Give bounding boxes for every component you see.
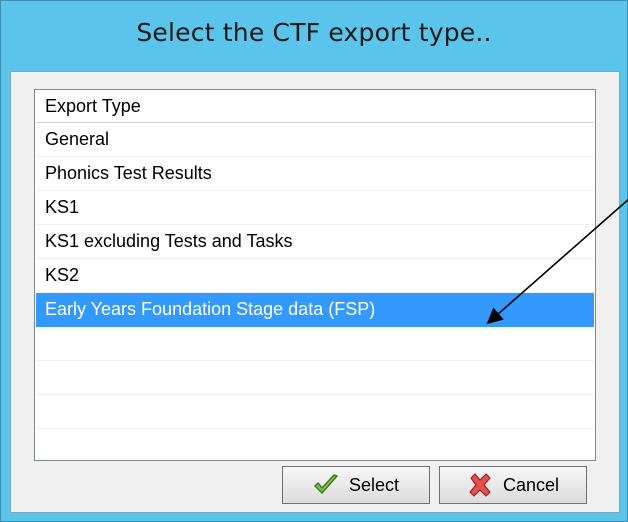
list-item-label: KS1 excluding Tests and Tasks: [45, 231, 293, 251]
checkmark-icon: [313, 472, 339, 498]
column-header-export-type[interactable]: Export Type: [36, 91, 594, 123]
list-item-ks1[interactable]: KS1: [36, 191, 594, 225]
list-item-ks2[interactable]: KS2: [36, 259, 594, 293]
select-button-label: Select: [348, 474, 400, 495]
empty-row: [36, 429, 594, 460]
red-x-icon: [467, 472, 493, 498]
empty-row: [36, 395, 594, 429]
select-button[interactable]: Select: [282, 466, 430, 504]
title-bar[interactable]: Select the CTF export type..: [1, 1, 627, 71]
list-item-phonics-test-results[interactable]: Phonics Test Results: [36, 157, 594, 191]
cancel-button[interactable]: Cancel: [439, 466, 587, 504]
list-item-label: General: [45, 129, 110, 149]
list-item-label: Phonics Test Results: [45, 163, 212, 183]
export-type-list[interactable]: Export Type General Phonics Test Results…: [34, 89, 596, 461]
dialog-title: Select the CTF export type..: [136, 17, 492, 47]
list-item-label: Early Years Foundation Stage data (FSP): [45, 299, 376, 319]
empty-row: [36, 361, 594, 395]
empty-row: [36, 327, 594, 361]
list-item-ks1-excluding-tests[interactable]: KS1 excluding Tests and Tasks: [36, 225, 594, 259]
list-item-label: KS2: [45, 265, 80, 285]
dialog-body: Export Type General Phonics Test Results…: [10, 71, 620, 513]
list-item-general[interactable]: General: [36, 123, 594, 157]
list-item-label: KS1: [45, 197, 80, 217]
cancel-button-label: Cancel: [502, 474, 560, 495]
list-item-early-years-fsp[interactable]: Early Years Foundation Stage data (FSP): [36, 293, 594, 327]
export-type-dialog: Select the CTF export type.. Export Type…: [0, 0, 628, 522]
column-header-label: Export Type: [45, 96, 141, 116]
